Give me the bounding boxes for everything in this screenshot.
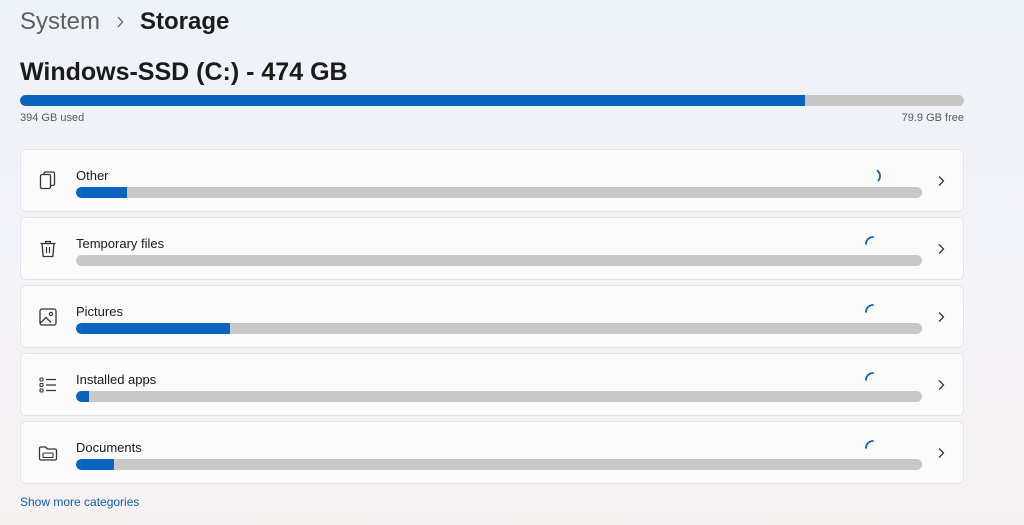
show-more-categories-link[interactable]: Show more categories xyxy=(20,495,139,509)
category-pictures[interactable]: Pictures xyxy=(20,285,964,348)
category-label: Temporary files xyxy=(76,236,165,251)
folder-icon xyxy=(37,442,59,464)
category-list: Other Temporary files Pictures Installed… xyxy=(20,149,964,489)
loading-spinner-icon xyxy=(864,371,882,389)
chevron-right-icon xyxy=(934,174,948,188)
loading-spinner-icon xyxy=(864,235,882,253)
category-label: Pictures xyxy=(76,304,123,319)
breadcrumb-system-link[interactable]: System xyxy=(20,8,100,36)
document-icon xyxy=(37,170,59,192)
drive-usage-bar-fill xyxy=(20,95,806,106)
category-usage-bar xyxy=(76,255,922,266)
category-usage-bar-fill xyxy=(76,323,230,334)
picture-icon xyxy=(37,306,59,328)
category-label: Other xyxy=(76,168,109,183)
chevron-right-icon xyxy=(934,242,948,256)
loading-spinner-icon xyxy=(864,167,882,185)
category-usage-bar xyxy=(76,187,922,198)
loading-spinner-icon xyxy=(864,303,882,321)
drive-title: Windows-SSD (C:) - 474 GB xyxy=(20,58,348,86)
category-temporary-files[interactable]: Temporary files xyxy=(20,217,964,280)
category-usage-bar-fill xyxy=(76,187,127,198)
trash-icon xyxy=(37,238,59,260)
chevron-right-icon xyxy=(934,310,948,324)
category-usage-bar xyxy=(76,459,922,470)
category-usage-bar xyxy=(76,323,922,334)
drive-used-label: 394 GB used xyxy=(20,112,85,124)
category-label: Installed apps xyxy=(76,372,157,387)
chevron-right-icon xyxy=(934,378,948,392)
chevron-right-icon xyxy=(934,446,948,460)
apps-list-icon xyxy=(37,374,59,396)
category-usage-bar-fill xyxy=(76,459,115,470)
page-title: Storage xyxy=(140,8,230,35)
category-label: Documents xyxy=(76,440,142,455)
drive-free-label: 79.9 GB free xyxy=(901,112,964,124)
category-other[interactable]: Other xyxy=(20,149,964,212)
drive-usage-bar xyxy=(20,95,964,106)
breadcrumb: System Storage xyxy=(20,4,229,40)
category-installed-apps[interactable]: Installed apps xyxy=(20,353,964,416)
category-documents[interactable]: Documents xyxy=(20,421,964,484)
chevron-right-icon xyxy=(116,14,126,30)
category-usage-bar xyxy=(76,391,922,402)
category-usage-bar-fill xyxy=(76,391,89,402)
loading-spinner-icon xyxy=(864,439,882,457)
